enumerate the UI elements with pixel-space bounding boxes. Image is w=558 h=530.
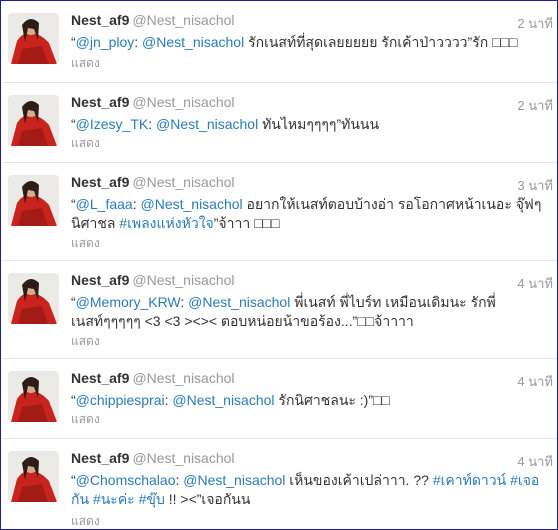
mention-link[interactable]: @Nest_nisachol	[142, 34, 244, 50]
mention-link[interactable]: @Chomschalao	[76, 472, 176, 488]
tweet-timestamp[interactable]: 2 นาที	[517, 95, 553, 116]
tweet-timestamp[interactable]: 4 นาที	[517, 371, 553, 392]
tweet-fullname[interactable]: Nest_af9	[71, 174, 129, 190]
tweet-header: Nest_af9 @Nest_nisachol	[71, 370, 235, 388]
hashtag-link[interactable]: #นะค่ะ	[93, 491, 135, 507]
mention-link[interactable]: @L_faaa	[76, 196, 133, 212]
tweet-header: Nest_af9 @Nest_nisachol	[71, 94, 235, 112]
avatar[interactable]	[8, 451, 59, 502]
tweet-text: “@L_faaa: @Nest_nisachol อยากให้เนสท์ตอบ…	[71, 195, 553, 233]
tweet-timeline: Nest_af9 @Nest_nisachol 2 นาที “@jn_ploy:…	[0, 0, 558, 530]
tweet-text-fragment: เห็นของเค้าเปล่าาา. ??	[285, 472, 433, 488]
tweet-timestamp[interactable]: 3 นาที	[517, 175, 553, 196]
tweet-username[interactable]: @Nest_nisachol	[132, 12, 234, 28]
hashtag-link[interactable]: #เพลงแห่งหัวใจ	[119, 215, 213, 231]
tweet-text-fragment: :	[132, 196, 141, 212]
mention-link[interactable]: @Memory_KRW	[76, 294, 181, 310]
expand-link[interactable]: แสดง	[71, 234, 100, 253]
tweet[interactable]: Nest_af9 @Nest_nisachol 2 นาที “@Izesy_TK…	[2, 83, 557, 163]
tweet-fullname[interactable]: Nest_af9	[71, 94, 129, 110]
avatar[interactable]	[8, 273, 59, 324]
avatar[interactable]	[8, 13, 59, 64]
mention-link[interactable]: @Nest_nisachol	[172, 392, 274, 408]
expand-link[interactable]: แสดง	[71, 512, 100, 529]
avatar[interactable]	[8, 371, 59, 422]
tweet-text: “@jn_ploy: @Nest_nisachol รักเนสท์ที่สุด…	[71, 33, 553, 52]
tweet-text: “@Chomschalao: @Nest_nisachol เห็นของเค้…	[71, 471, 553, 509]
tweet-username[interactable]: @Nest_nisachol	[132, 174, 234, 190]
tweet-text-fragment: รักนิศาชลนะ :)”□□	[274, 392, 390, 408]
tweet-header: Nest_af9 @Nest_nisachol	[71, 272, 235, 290]
tweet[interactable]: Nest_af9 @Nest_nisachol 2 นาที “@jn_ploy:…	[2, 1, 557, 83]
avatar[interactable]	[8, 175, 59, 226]
tweet-text: “@chippiesprai: @Nest_nisachol รักนิศาชล…	[71, 391, 553, 410]
tweet-text: “@Izesy_TK: @Nest_nisachol ทันไหมๆๆๆๆ”ทั…	[71, 115, 553, 134]
mention-link[interactable]: @jn_ploy	[76, 34, 135, 50]
tweet-text-fragment: ”จ้าาา □□□	[213, 215, 280, 231]
tweet-text-fragment: :	[180, 294, 189, 310]
mention-link[interactable]: @Nest_nisachol	[188, 294, 290, 310]
expand-link[interactable]: แสดง	[71, 332, 100, 351]
mention-link[interactable]: @chippiesprai	[76, 392, 165, 408]
tweet-username[interactable]: @Nest_nisachol	[132, 94, 234, 110]
mention-link[interactable]: @Izesy_TK	[76, 116, 149, 132]
tweet[interactable]: Nest_af9 @Nest_nisachol 4 นาที “@Chomscha…	[2, 439, 557, 529]
mention-link[interactable]: @Nest_nisachol	[141, 196, 243, 212]
expand-link[interactable]: แสดง	[71, 410, 100, 429]
tweet-timestamp[interactable]: 4 นาที	[517, 273, 553, 294]
tweet-fullname[interactable]: Nest_af9	[71, 370, 129, 386]
expand-link[interactable]: แสดง	[71, 134, 100, 153]
hashtag-link[interactable]: #ขุ๊บ	[139, 491, 165, 507]
tweet-text: “@Memory_KRW: @Nest_nisachol พี่เนสท์ พี…	[71, 293, 553, 331]
mention-link[interactable]: @Nest_nisachol	[156, 116, 258, 132]
tweet-header: Nest_af9 @Nest_nisachol	[71, 12, 235, 30]
tweet-username[interactable]: @Nest_nisachol	[132, 450, 234, 466]
tweet-text-fragment: :	[148, 116, 157, 132]
expand-link[interactable]: แสดง	[71, 54, 100, 73]
tweet-fullname[interactable]: Nest_af9	[71, 272, 129, 288]
tweet-fullname[interactable]: Nest_af9	[71, 450, 129, 466]
tweet-text-fragment: :	[134, 34, 143, 50]
mention-link[interactable]: @Nest_nisachol	[183, 472, 285, 488]
tweet-text-fragment: !! ><”เจอกันน	[164, 491, 251, 507]
tweet[interactable]: Nest_af9 @Nest_nisachol 4 นาที “@Memory_K…	[2, 261, 557, 359]
tweet[interactable]: Nest_af9 @Nest_nisachol 4 นาที “@chippies…	[2, 359, 557, 439]
tweet[interactable]: Nest_af9 @Nest_nisachol 3 นาที “@L_faaa: …	[2, 163, 557, 261]
tweet-timestamp[interactable]: 4 นาที	[517, 451, 553, 472]
hashtag-link[interactable]: #เคาท์ดาวน์	[433, 472, 506, 488]
tweet-text-fragment: รักเนสท์ที่สุดเลยยยยย รักเค้าป่าวววว”รัก…	[244, 34, 518, 50]
tweet-header: Nest_af9 @Nest_nisachol	[71, 174, 235, 192]
avatar[interactable]	[8, 95, 59, 146]
tweet-text-fragment: ทันไหมๆๆๆๆ”ทันนน	[258, 116, 380, 132]
tweet-username[interactable]: @Nest_nisachol	[132, 272, 234, 288]
tweet-timestamp[interactable]: 2 นาที	[517, 13, 553, 34]
tweet-username[interactable]: @Nest_nisachol	[132, 370, 234, 386]
tweet-header: Nest_af9 @Nest_nisachol	[71, 450, 235, 468]
tweet-fullname[interactable]: Nest_af9	[71, 12, 129, 28]
